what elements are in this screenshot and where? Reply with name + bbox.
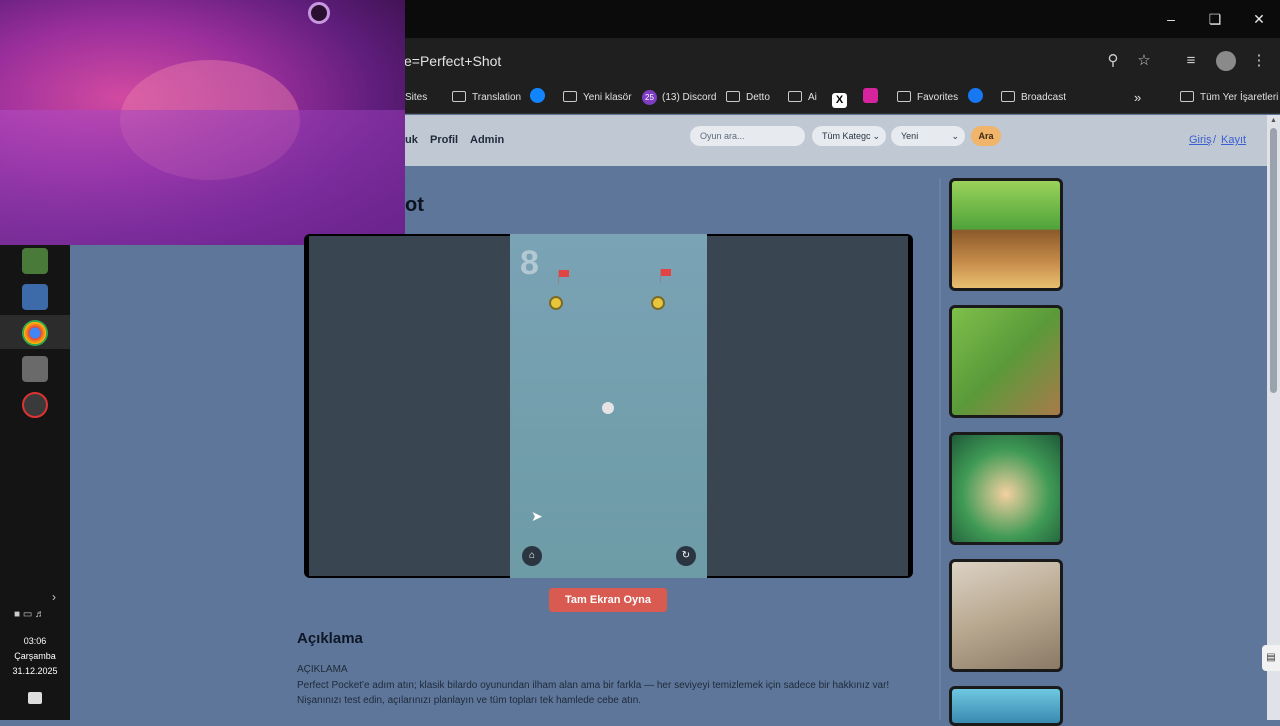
sort-value: Yeni xyxy=(901,131,919,141)
game-thumbnail[interactable] xyxy=(949,305,1063,418)
bookmark-yeni-klasor[interactable]: Yeni klasör xyxy=(563,88,632,108)
bookmark-label: Sites xyxy=(405,92,428,103)
url-text[interactable]: e=Perfect+Shot xyxy=(404,53,501,69)
facebook-logo-icon xyxy=(968,88,983,103)
media-list-icon[interactable]: ≡ xyxy=(1180,50,1202,72)
menu-kebab-icon[interactable]: ⋮ xyxy=(1248,50,1270,72)
category-value: Tüm Kategc xyxy=(822,131,871,141)
bookmark-favorites[interactable]: Favorites xyxy=(897,88,958,108)
game-thumbnail[interactable] xyxy=(949,178,1063,291)
bookmark-translation[interactable]: Translation xyxy=(452,88,521,108)
chevron-down-icon: ⌄ xyxy=(872,131,880,141)
folder-icon xyxy=(452,91,466,102)
clock[interactable]: 03:06 Çarşamba 31.12.2025 xyxy=(0,600,70,676)
webcam-blanket xyxy=(0,110,405,245)
x-logo-icon: X xyxy=(832,93,847,108)
scrollbar-thumb[interactable] xyxy=(1270,128,1277,393)
bookmark-label: Tüm Yer İşaretleri xyxy=(1200,92,1279,103)
nav-item-profil[interactable]: Profil xyxy=(430,134,458,146)
bookmark-label: Yeni klasör xyxy=(583,92,632,103)
bookmark-discord[interactable]: 25 (13) Discord xyxy=(642,88,716,108)
clock-date: 31.12.2025 xyxy=(12,666,58,676)
bookmark-detto[interactable]: Detto xyxy=(726,88,770,108)
bookmark-star-icon[interactable]: ☆ xyxy=(1133,50,1155,72)
instagram-logo-icon xyxy=(863,88,878,103)
score-counter: 8 xyxy=(520,244,539,282)
all-bookmarks[interactable]: Tüm Yer İşaretleri xyxy=(1180,88,1278,108)
webcam-overlay xyxy=(0,0,405,245)
more-bookmarks-icon[interactable]: » xyxy=(1134,88,1141,108)
nvidia-app-icon[interactable] xyxy=(22,248,48,274)
folder-icon xyxy=(563,91,577,102)
printer-app-icon[interactable] xyxy=(22,284,48,310)
chevron-down-icon: ⌄ xyxy=(951,131,959,141)
game-search-input[interactable]: Oyun ara... xyxy=(690,126,805,146)
profile-avatar[interactable] xyxy=(1216,51,1236,71)
bookmark-label: Broadcast xyxy=(1021,92,1067,103)
home-icon[interactable]: ⌂ xyxy=(522,546,542,566)
cue-ball[interactable] xyxy=(602,402,614,414)
game-thumbnail[interactable] xyxy=(949,686,1063,726)
chrome-app-icon[interactable] xyxy=(22,320,48,346)
bookmark-label: Ai xyxy=(808,92,817,103)
bookmark-ai[interactable]: Ai xyxy=(788,88,817,108)
description-label: AÇIKLAMA xyxy=(297,664,348,675)
clock-day: Çarşamba xyxy=(14,651,56,661)
folder-icon xyxy=(897,91,911,102)
bookmark-sites[interactable]: Sites xyxy=(405,88,427,108)
description-text: Perfect Pocket'e adım atın; klasik bilar… xyxy=(297,680,890,706)
restart-icon[interactable]: ↻ xyxy=(676,546,696,566)
restore-icon[interactable]: ❏ xyxy=(1204,8,1226,30)
flag-icon xyxy=(661,269,671,276)
minimize-icon[interactable]: – xyxy=(1160,8,1182,30)
clock-time: 03:06 xyxy=(23,636,47,646)
bookmark-broadcast[interactable]: Broadcast xyxy=(1001,88,1066,108)
auth-separator: / xyxy=(1213,134,1217,146)
bookmark-label: (13) Discord xyxy=(662,92,717,103)
bookmark-label: Favorites xyxy=(917,92,959,103)
category-select[interactable]: Tüm Kategc ⌄ xyxy=(812,126,886,146)
game-thumbnail[interactable] xyxy=(949,559,1063,672)
search-button[interactable]: Ara xyxy=(971,126,1001,146)
facebook-icon[interactable] xyxy=(968,88,983,108)
nav-item-oyunlar[interactable]: uk xyxy=(405,134,418,146)
zoom-icon[interactable]: ⚲ xyxy=(1102,50,1124,72)
chat-widget-icon[interactable]: ▤ xyxy=(1262,645,1280,671)
game-letterbox-right xyxy=(707,236,908,576)
sidebar-divider xyxy=(939,178,941,720)
recording-app-icon[interactable] xyxy=(22,392,48,418)
game-title: ot xyxy=(405,194,424,216)
recycle-app-icon[interactable] xyxy=(22,356,48,382)
close-icon[interactable]: ✕ xyxy=(1248,8,1270,30)
mouse-cursor-icon: ➤ xyxy=(531,508,543,524)
folder-icon xyxy=(1180,91,1194,102)
fullscreen-play-button[interactable]: Tam Ekran Oyna xyxy=(549,588,667,612)
bookmark-label: Detto xyxy=(746,92,770,103)
bluesky-icon[interactable] xyxy=(530,88,545,108)
instagram-icon[interactable] xyxy=(863,88,878,108)
register-link[interactable]: Kayıt xyxy=(1221,134,1246,146)
notification-icon[interactable] xyxy=(28,692,42,704)
description-heading: Açıklama xyxy=(297,630,363,647)
bookmark-label: Translation xyxy=(472,92,522,103)
folder-icon xyxy=(788,91,802,102)
pocket-target xyxy=(549,296,563,310)
pocket-target xyxy=(651,296,665,310)
x-icon[interactable]: X xyxy=(832,88,847,108)
discord-badge-icon: 25 xyxy=(642,90,657,105)
scroll-up-icon[interactable]: ▲ xyxy=(1270,117,1277,124)
game-thumbnail[interactable] xyxy=(949,432,1063,545)
webcam-eye xyxy=(308,2,330,24)
folder-icon xyxy=(1001,91,1015,102)
folder-icon xyxy=(726,91,740,102)
game-letterbox-left xyxy=(309,236,510,576)
nav-item-admin[interactable]: Admin xyxy=(470,134,504,146)
flag-icon xyxy=(559,270,569,277)
sort-select[interactable]: Yeni ⌄ xyxy=(891,126,965,146)
butterfly-icon xyxy=(530,88,545,103)
login-link[interactable]: Giriş xyxy=(1189,134,1212,146)
